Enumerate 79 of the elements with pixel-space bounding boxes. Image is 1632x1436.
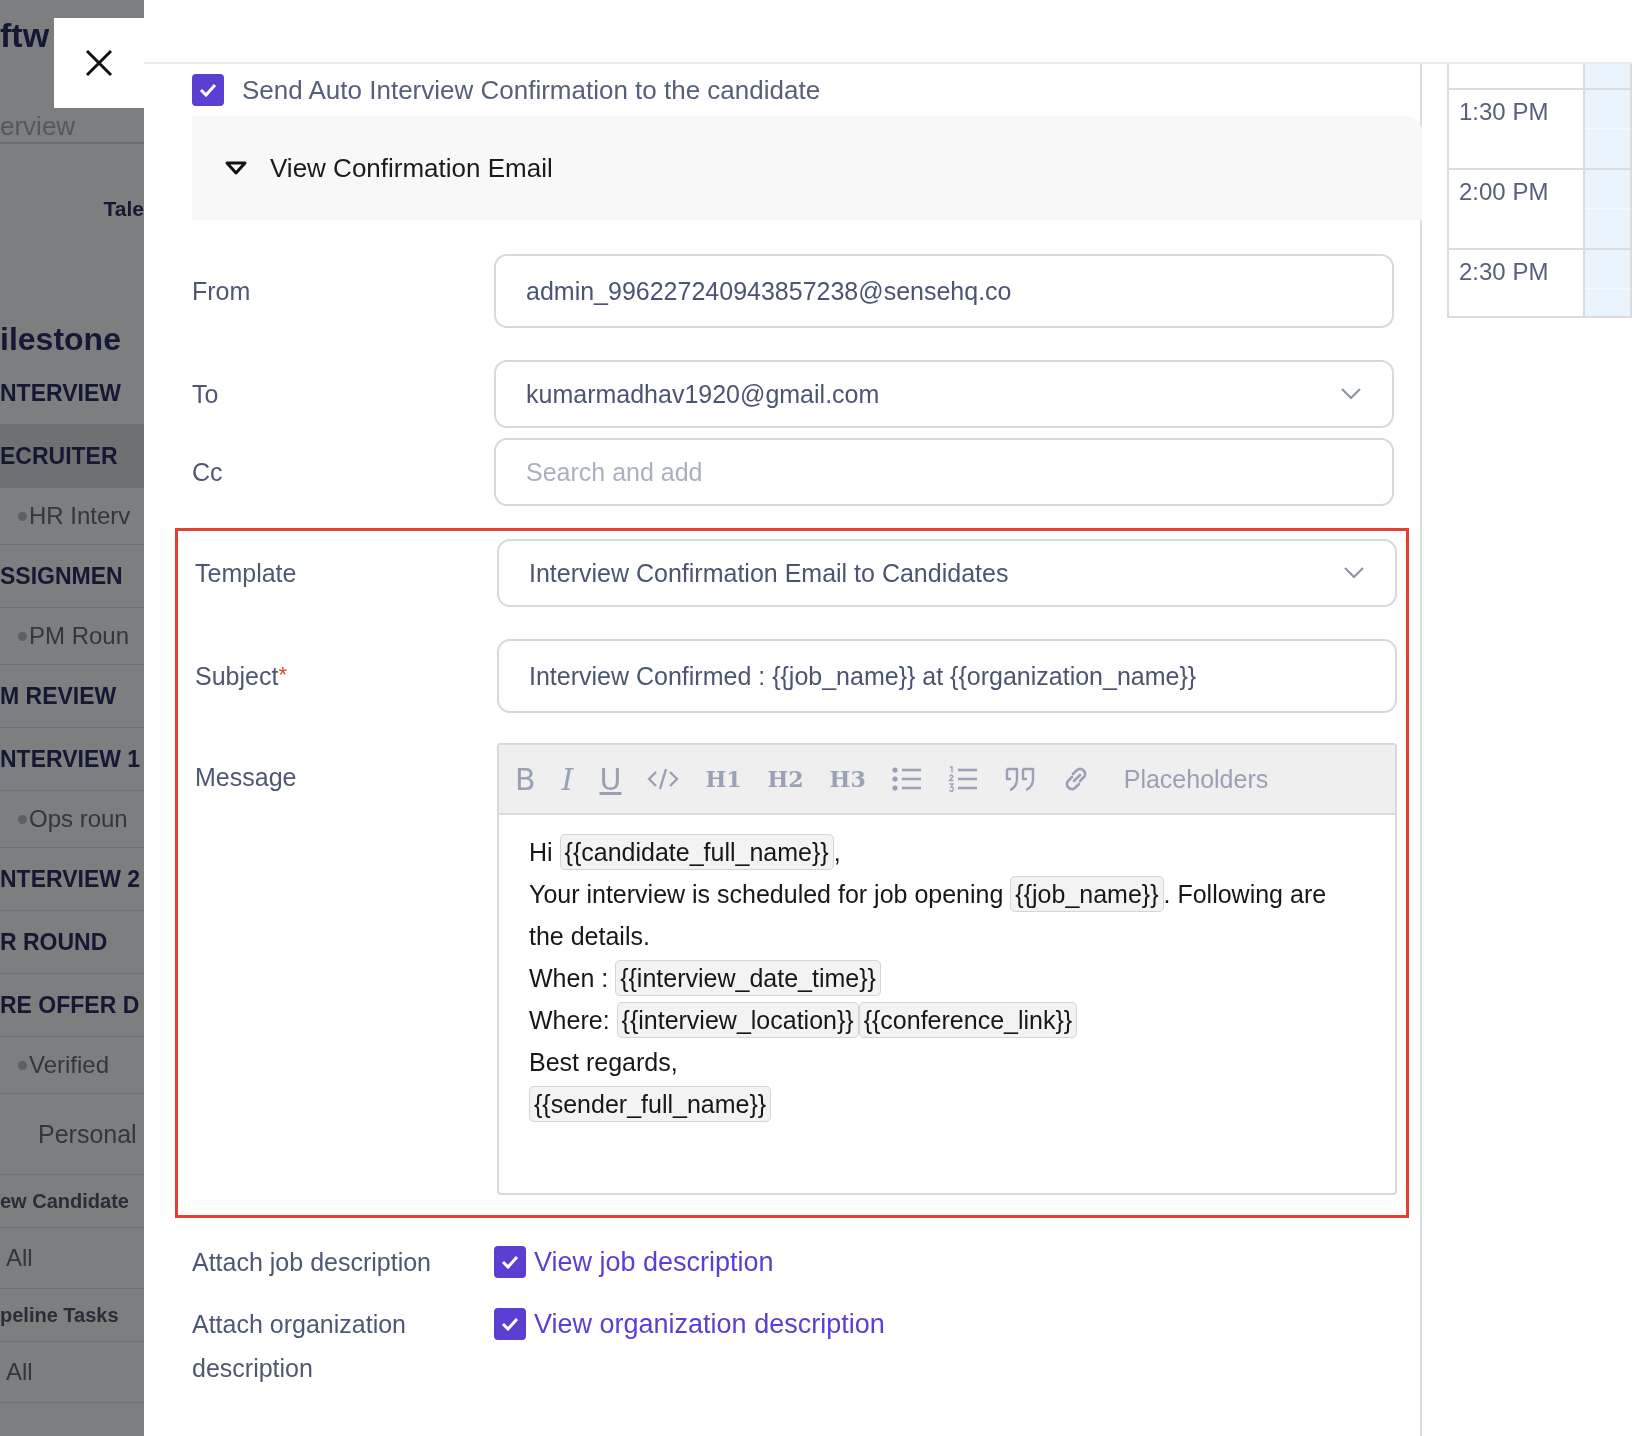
substage-item[interactable]: Ops roun <box>29 805 128 833</box>
placeholder-tag: {{interview_location}} <box>616 1002 859 1038</box>
placeholders-menu[interactable]: Placeholders <box>1123 764 1269 794</box>
placeholder-tag: {{sender_full_name}} <box>529 1086 772 1122</box>
field-label: Subject <box>195 661 279 691</box>
description-link[interactable]: View job description <box>534 1246 774 1278</box>
sidebar-label: Personal <box>38 1119 137 1149</box>
close-icon <box>84 48 114 78</box>
format-button[interactable]: B <box>515 761 536 797</box>
stage-item[interactable]: R ROUND <box>0 911 144 974</box>
message-paragraph: Where: {{interview_location}} {{conference_link}} <box>529 999 1355 1041</box>
time-label: 2:30 PM <box>1459 258 1549 285</box>
bullet-list-icon[interactable] <box>891 767 922 791</box>
field-label: Cc <box>192 457 224 487</box>
cc-search-field[interactable]: Search and add <box>494 438 1394 506</box>
stage-item[interactable]: SSIGNMEN <box>0 545 144 608</box>
message-paragraph: Best regards, <box>529 1047 679 1078</box>
placeholder-tag: {{candidate_full_name}} <box>559 834 834 870</box>
time-label: 2:00 PM <box>1459 178 1549 205</box>
format-button[interactable]: U <box>599 761 622 797</box>
substage-item[interactable]: HR Interv <box>29 502 131 530</box>
substage-item[interactable]: Verified <box>29 1051 110 1079</box>
message-paragraph: Hi {{candidate_full_name}} , <box>529 831 1355 873</box>
format-button[interactable]: H1 <box>705 766 742 792</box>
filter-item[interactable]: All <box>6 1358 33 1386</box>
field-label: Attach organization description <box>192 1309 408 1384</box>
checkmark-icon <box>501 1317 519 1331</box>
description-link[interactable]: View organization description <box>534 1308 885 1340</box>
bullet-icon <box>18 814 27 824</box>
bullet-icon <box>18 511 27 521</box>
bullet-icon <box>18 1060 27 1070</box>
filter-item[interactable]: All <box>6 1244 33 1272</box>
required-mark: * <box>278 661 287 687</box>
accordion-header[interactable]: View Confirmation Email <box>192 116 1422 220</box>
placeholder-tag: {{job_name}} <box>1010 876 1164 912</box>
format-button[interactable]: H3 <box>829 766 866 792</box>
section-label: ew Candidate <box>0 1189 129 1213</box>
caret-icon <box>224 160 248 176</box>
checkmark-icon <box>501 1255 519 1269</box>
message-paragraph: When : {{interview_date_time}} <box>529 957 1355 999</box>
subject-field[interactable]: Interview Confirmed : {{job_name}} at {{organization_name}} <box>497 639 1397 713</box>
field-label: Template <box>195 558 298 588</box>
placeholder-tag: {{conference_link}} <box>858 1002 1078 1038</box>
field-label: Attach job description <box>192 1247 433 1278</box>
format-button[interactable]: H2 <box>767 766 804 792</box>
message-paragraph: Your interview is scheduled for job opening {{job_name}} . Following are the details. <box>529 873 1355 957</box>
stage-item[interactable]: RE OFFER D <box>0 974 144 1037</box>
checkbox-label: Send Auto Interview Confirmation to the candidate <box>242 74 821 106</box>
close-button[interactable] <box>54 18 144 108</box>
app-title: ftw <box>0 15 50 55</box>
numbered-list-icon[interactable] <box>947 766 978 792</box>
message-editor[interactable] <box>497 743 1397 1195</box>
checkbox[interactable] <box>192 74 224 106</box>
template-dropdown[interactable]: Interview Confirmation Email to Candidates <box>497 539 1397 607</box>
bullet-icon <box>18 631 27 641</box>
section-heading: ilestone <box>0 321 121 358</box>
section-label: peline Tasks <box>0 1303 119 1327</box>
accordion-title: View Confirmation Email <box>270 152 553 184</box>
chevron-down-icon <box>1343 566 1365 580</box>
stage-item[interactable]: NTERVIEW 1 <box>0 728 144 791</box>
substage-item[interactable]: PM Roun <box>29 622 130 650</box>
placeholder-tag: {{interview_date_time}} <box>615 960 881 996</box>
recipient-dropdown[interactable]: kumarmadhav1920@gmail.com <box>494 360 1394 428</box>
checkmark-icon <box>199 83 217 97</box>
field-label: Message <box>195 762 298 792</box>
checkbox[interactable] <box>494 1246 526 1278</box>
stage-item[interactable]: ECRUITER <box>0 425 144 488</box>
stage-item[interactable]: NTERVIEW 2 <box>0 848 144 911</box>
field-label: To <box>192 379 220 409</box>
chevron-down-icon <box>1340 387 1362 401</box>
code-icon[interactable] <box>647 767 680 791</box>
stage-item[interactable]: M REVIEW <box>0 665 144 728</box>
time-label: 1:30 PM <box>1459 98 1549 125</box>
checkbox[interactable] <box>494 1308 526 1340</box>
sidebar-tab[interactable]: Tale <box>103 197 144 221</box>
from-field[interactable]: admin_996227240943857238@sensehq.co <box>494 254 1394 328</box>
quote-icon[interactable] <box>1003 766 1036 792</box>
field-label: From <box>192 276 252 306</box>
format-button[interactable]: I <box>561 761 574 797</box>
